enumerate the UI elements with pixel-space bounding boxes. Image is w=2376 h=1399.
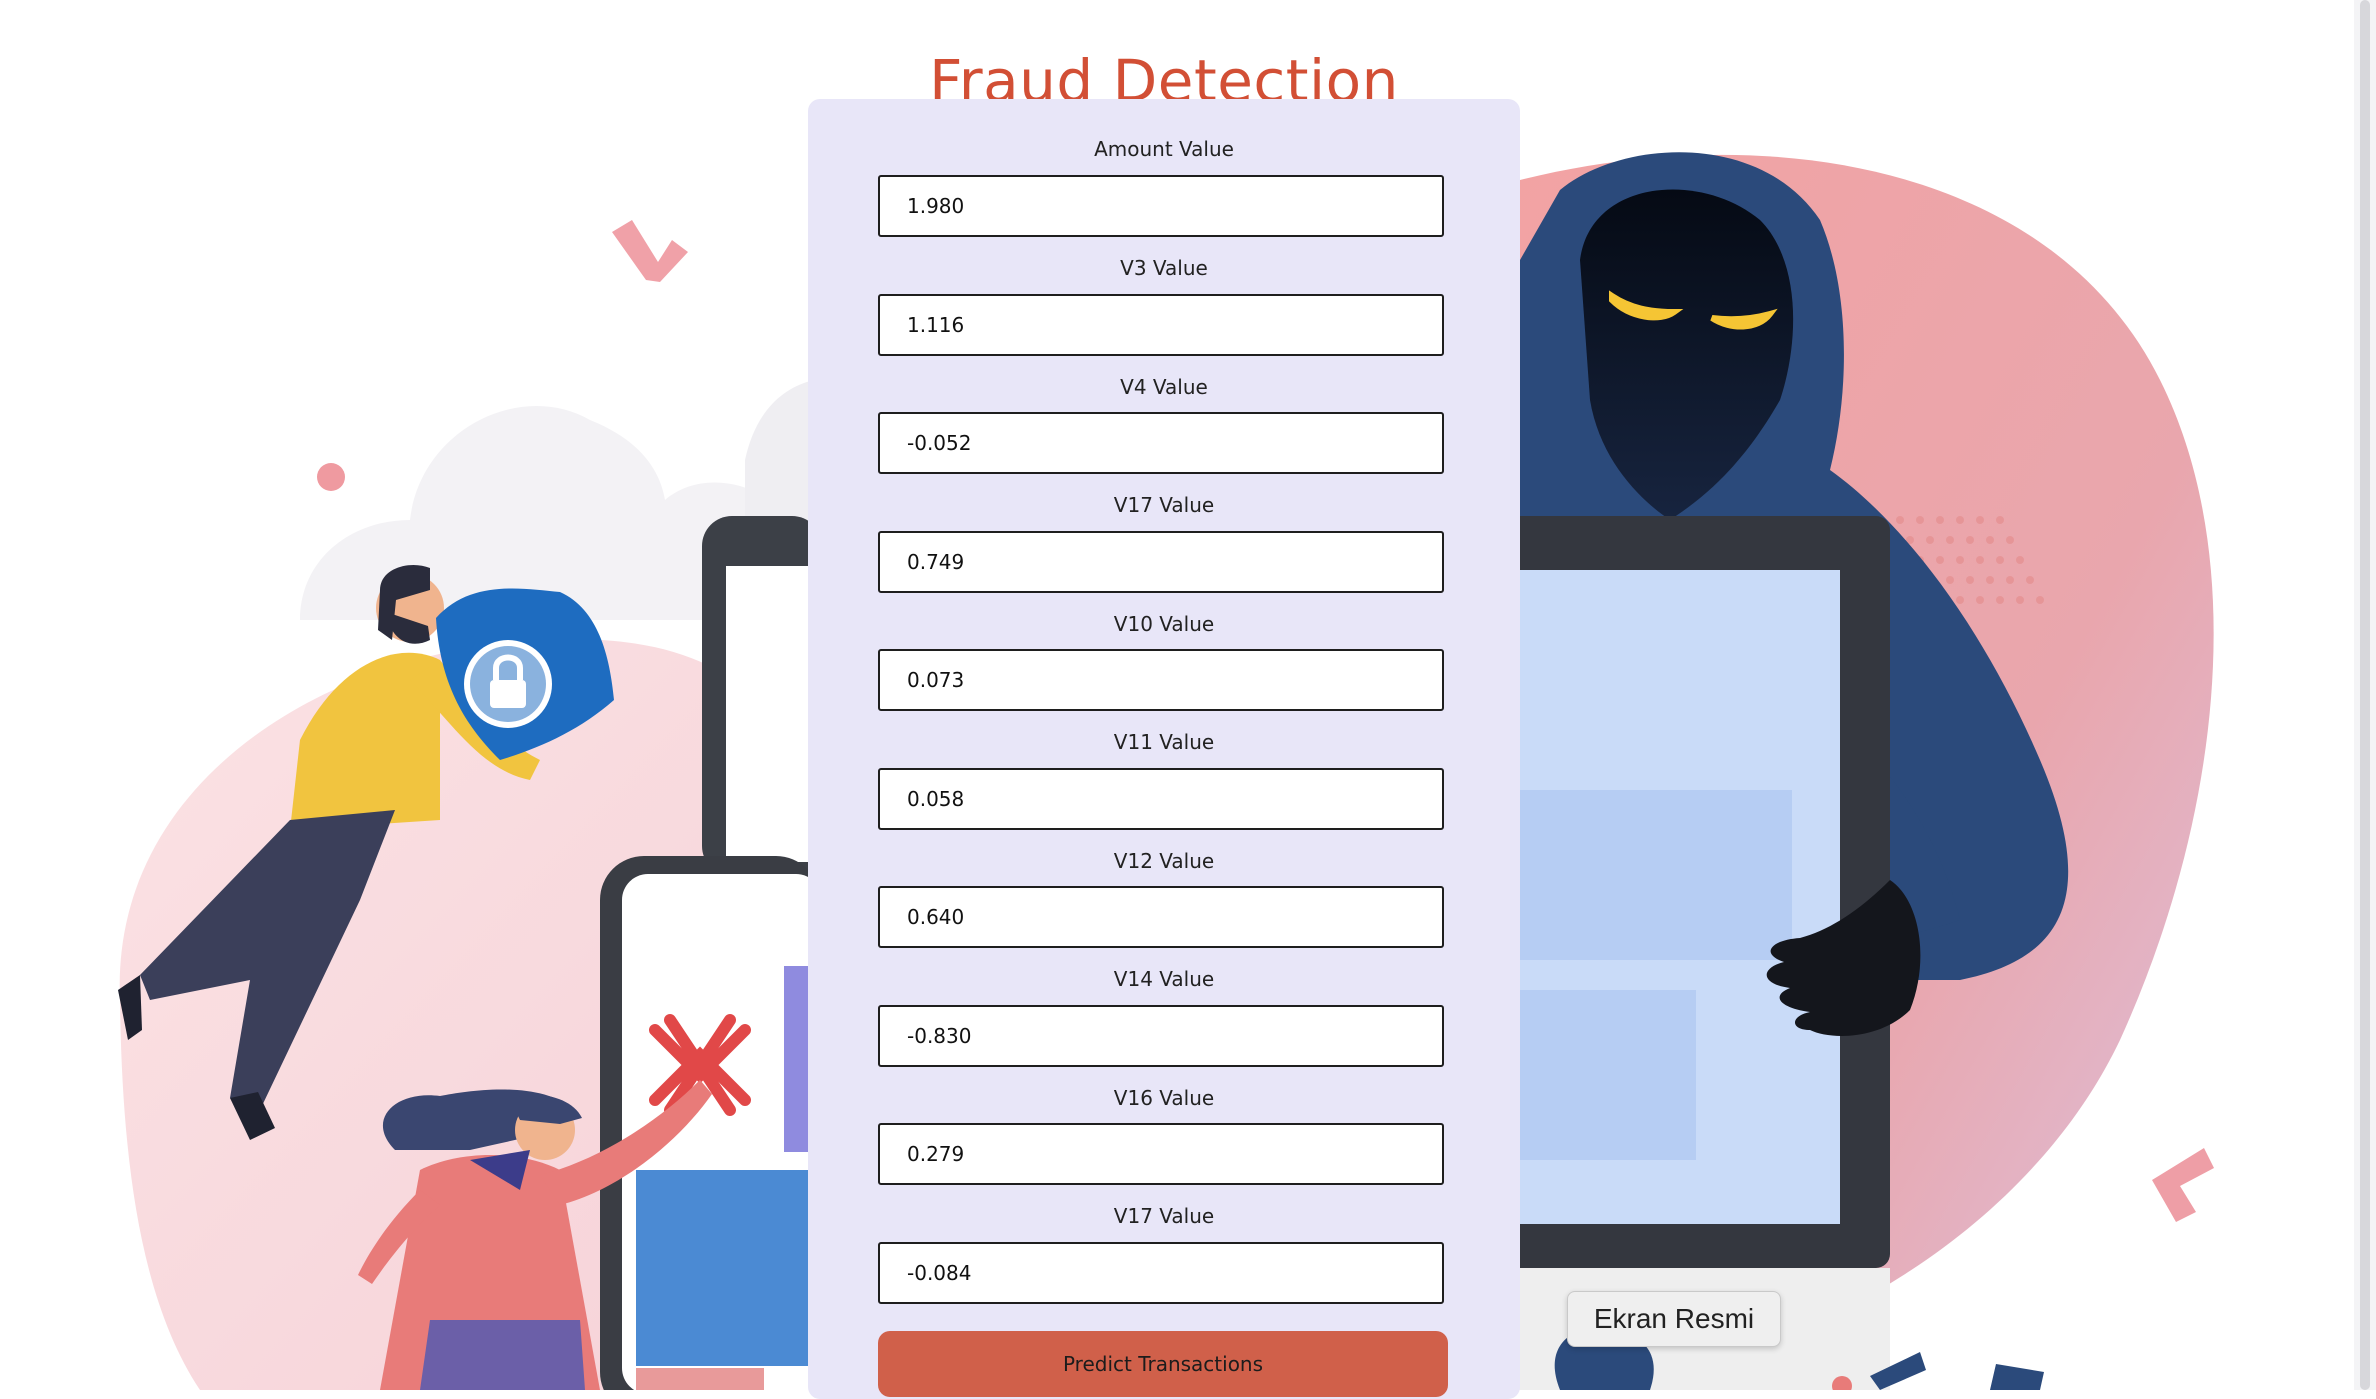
v3-value-label: V3 Value — [1120, 256, 1208, 280]
page-scrollbar[interactable] — [2354, 0, 2376, 1390]
v11-value-label: V11 Value — [1113, 730, 1215, 754]
v17-value-input[interactable]: 0.749 — [878, 531, 1444, 593]
screenshot-tooltip: Ekran Resmi — [1567, 1291, 1781, 1347]
v12-value-input[interactable]: 0.640 — [878, 886, 1444, 948]
v17-value-label: V17 Value — [1113, 493, 1215, 517]
v10-value-label: V10 Value — [1113, 612, 1215, 636]
scrollbar-thumb[interactable] — [2360, 0, 2370, 1390]
amount-value-input[interactable]: 1.980 — [878, 175, 1444, 237]
v16-value-label: V16 Value — [1113, 1086, 1215, 1110]
amount-value-label: Amount Value — [1094, 137, 1234, 161]
v17-value-input-2[interactable]: -0.084 — [878, 1242, 1444, 1304]
v10-value-input[interactable]: 0.073 — [878, 649, 1444, 711]
v4-value-input[interactable]: -0.052 — [878, 412, 1444, 474]
v14-value-label: V14 Value — [1113, 967, 1215, 991]
v4-value-label: V4 Value — [1120, 375, 1208, 399]
v12-value-label: V12 Value — [1113, 849, 1215, 873]
v11-value-input[interactable]: 0.058 — [878, 768, 1444, 830]
predict-transactions-button[interactable]: Predict Transactions — [878, 1331, 1448, 1397]
v17-value-label-2: V17 Value — [1113, 1204, 1215, 1228]
v16-value-input[interactable]: 0.279 — [878, 1123, 1444, 1185]
v3-value-input[interactable]: 1.116 — [878, 294, 1444, 356]
v14-value-input[interactable]: -0.830 — [878, 1005, 1444, 1067]
fraud-form-panel: Amount Value 1.980 V3 Value 1.116 V4 Val… — [808, 99, 1520, 1399]
